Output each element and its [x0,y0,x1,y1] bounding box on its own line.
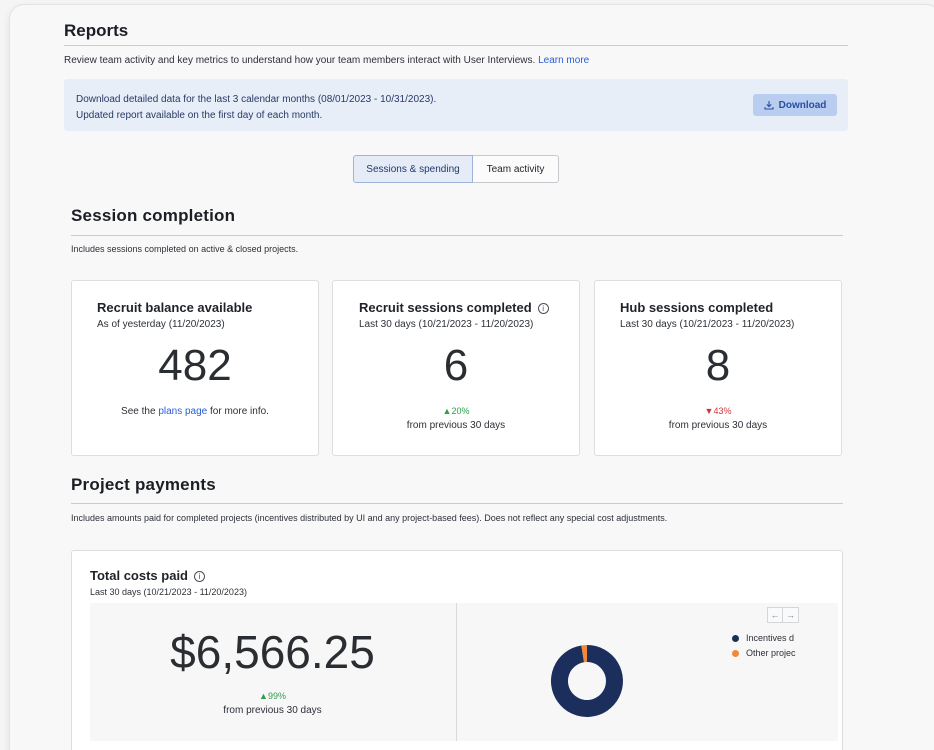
legend-swatch [732,634,739,642]
payments-divider [71,503,843,504]
recruit-balance-card: Recruit balance available As of yesterda… [71,280,319,456]
reports-window: Reports Review team activity and key met… [10,5,934,750]
download-button[interactable]: Download [753,94,837,116]
total-costs-value-panel: $6,566.25 ▲99% from previous 30 days [90,603,455,741]
recruit-sessions-value: 6 [443,341,469,390]
legend-item[interactable]: Incentives d [732,633,796,643]
change-indicator-up: ▲99% [90,691,455,701]
change-label: from previous 30 days [406,420,506,431]
card-subtitle: Last 30 days (10/21/2023 - 11/20/2023) [620,319,795,330]
tab-team-activity[interactable]: Team activity [473,155,559,183]
plans-page-link[interactable]: plans page [158,406,207,417]
card-title: Total costs paid i [90,568,205,583]
payments-description: Includes amounts paid for completed proj… [71,513,668,523]
learn-more-link[interactable]: Learn more [538,55,589,66]
chart-legend: Incentives d Other projec [732,633,796,658]
download-label: Download [778,99,827,111]
card-footer: See the plans page for more info. [72,406,318,417]
page-description-text: Review team activity and key metrics to … [64,55,536,66]
recruit-balance-value: 482 [158,341,232,390]
legend-swatch [732,649,739,657]
footer-post: for more info. [207,406,269,417]
legend-next-button[interactable]: → [783,607,799,623]
card-title: Recruit sessions completed i [359,300,549,315]
change-label: from previous 30 days [668,420,768,431]
page-description: Review team activity and key metrics to … [64,55,589,66]
total-costs-body: $6,566.25 ▲99% from previous 30 days ← →… [90,603,838,741]
card-title-text: Recruit sessions completed [359,300,532,315]
change-indicator-down: ▼43% [595,406,841,416]
costs-donut-chart [550,645,623,717]
info-icon[interactable]: i [194,571,205,582]
change-indicator-up: ▲20% [333,406,579,416]
legend-label: Other projec [746,648,796,658]
footer-pre: See the [121,406,159,417]
project-payments-heading: Project payments [71,475,216,494]
recruit-sessions-card: Recruit sessions completed i Last 30 days… [332,280,580,456]
legend-pager: ← → [767,607,799,623]
panel-divider [456,603,457,741]
card-title: Hub sessions completed [620,300,774,315]
session-completion-heading: Session completion [71,206,236,225]
session-description: Includes sessions completed on active & … [71,244,299,254]
card-subtitle: Last 30 days (10/21/2023 - 11/20/2023) [90,587,247,597]
report-tabs: Sessions & spending Team activity [353,155,559,183]
change-value: 20% [451,406,470,416]
legend-prev-button[interactable]: ← [767,607,783,623]
download-banner: Download detailed data for the last 3 ca… [64,79,848,131]
banner-line-1: Download detailed data for the last 3 ca… [76,94,437,105]
page-title: Reports [64,21,129,40]
change-label: from previous 30 days [223,705,322,716]
card-subtitle: Last 30 days (10/21/2023 - 11/20/2023) [359,319,534,330]
total-costs-value: $6,566.25 [170,626,375,678]
banner-text: Download detailed data for the last 3 ca… [76,92,436,124]
session-divider [71,235,843,236]
card-subtitle: As of yesterday (11/20/2023) [97,319,225,330]
title-divider [64,45,848,46]
legend-item[interactable]: Other projec [732,648,796,658]
total-costs-card: Total costs paid i Last 30 days (10/21/20… [71,550,843,750]
change-value: 99% [267,691,286,701]
hub-sessions-card: Hub sessions completed Last 30 days (10/… [594,280,842,456]
change-value: 43% [713,406,732,416]
legend-label: Incentives d [746,633,795,643]
card-title-text: Total costs paid [90,568,188,583]
tab-sessions-spending[interactable]: Sessions & spending [353,155,473,183]
hub-sessions-value: 8 [705,341,731,390]
caret-up-icon: ▲ [259,691,268,701]
card-title: Recruit balance available [97,300,253,315]
download-icon [764,101,774,110]
info-icon[interactable]: i [537,303,549,314]
banner-line-2: Updated report available on the first da… [76,110,323,121]
